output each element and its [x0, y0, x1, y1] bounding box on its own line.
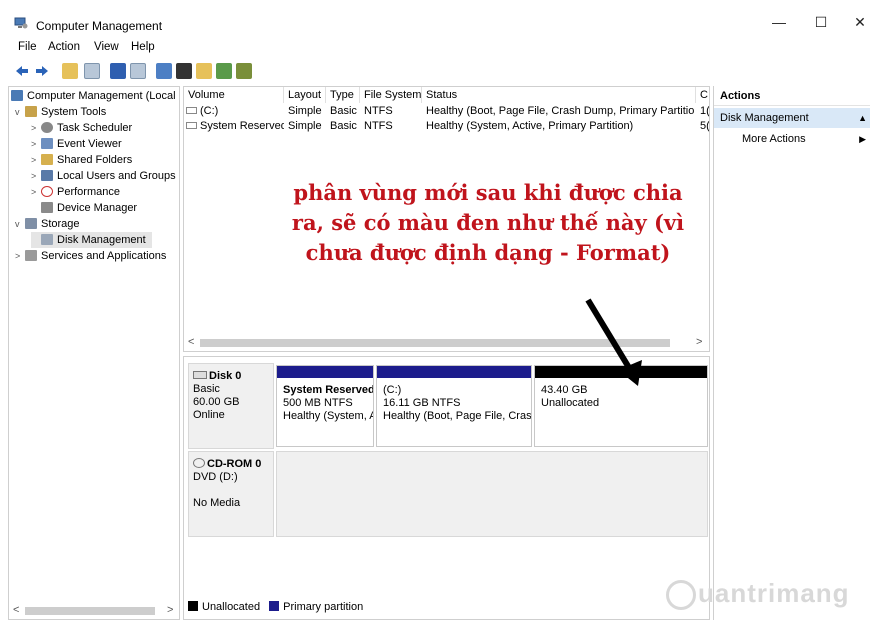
more-actions-item[interactable]: More Actions — [742, 130, 806, 148]
close-button[interactable]: ✕ — [845, 14, 870, 34]
tree-item-device-manager[interactable]: Device Manager — [31, 200, 137, 216]
primary-partition-bar — [377, 366, 531, 378]
watermark-logo-icon — [666, 580, 696, 611]
help-icon[interactable] — [110, 63, 126, 79]
tree-item-performance[interactable]: > Performance — [31, 184, 120, 200]
clock-icon — [41, 122, 53, 133]
computer-management-icon — [14, 17, 28, 29]
cdrom-empty-area — [276, 451, 708, 537]
export-icon[interactable] — [176, 63, 192, 79]
device-manager-icon — [41, 202, 53, 213]
forward-icon[interactable] — [34, 63, 50, 79]
computer-management-icon — [11, 90, 23, 101]
menu-action[interactable]: Action — [48, 41, 80, 53]
tree-item-system-tools[interactable]: v System Tools — [15, 104, 106, 120]
refresh-icon[interactable] — [156, 63, 172, 79]
column-header-layout[interactable]: Layout — [284, 87, 326, 103]
actions-pane: Actions Disk Management ▲ More Actions ▶ — [713, 86, 870, 620]
show-hide-tree-icon[interactable] — [84, 63, 100, 79]
column-header-status[interactable]: Status — [422, 87, 696, 103]
tools-icon — [25, 106, 37, 117]
search-icon[interactable] — [216, 63, 232, 79]
annotation-arrow-icon — [585, 298, 642, 386]
users-icon — [41, 170, 53, 181]
back-icon[interactable] — [14, 63, 30, 79]
tree-item-storage[interactable]: v Storage — [15, 216, 80, 232]
drive-icon — [186, 122, 197, 129]
disk-icon — [41, 234, 53, 245]
tree-item-disk-management[interactable]: Disk Management — [31, 232, 152, 248]
column-header-file-system[interactable]: File System — [360, 87, 422, 103]
window-title: Computer Management — [36, 19, 163, 33]
menu-bar: File Action View Help — [0, 38, 870, 56]
primary-partition-bar — [277, 366, 373, 378]
scroll-right-icon[interactable]: > — [167, 604, 173, 616]
tree-item-local-users[interactable]: > Local Users and Groups — [31, 168, 176, 184]
menu-file[interactable]: File — [18, 41, 37, 53]
tree-item-event-viewer[interactable]: > Event Viewer — [31, 136, 122, 152]
disk-icon — [193, 371, 207, 379]
partition-system-reserved[interactable]: System Reserved 500 MB NTFS Healthy (Sys… — [276, 365, 374, 447]
actions-header: Actions — [714, 86, 870, 106]
minimize-button[interactable]: — — [764, 14, 794, 34]
actions-section-disk-management[interactable]: Disk Management ▲ — [714, 108, 870, 128]
tree-item-task-scheduler[interactable]: > Task Scheduler — [31, 120, 132, 136]
annotation-text: phân vùng mới sau khi được chia ra, sẽ c… — [291, 180, 685, 265]
menu-help[interactable]: Help — [131, 41, 155, 53]
legend-swatch-primary — [269, 601, 280, 611]
toolbar — [0, 60, 870, 82]
open-icon[interactable] — [196, 63, 212, 79]
disk-graphical-view: Disk 0 Basic 60.00 GB Online System Rese… — [183, 356, 710, 620]
console-tree: Computer Management (Local v System Tools… — [8, 86, 180, 620]
partition-c-drive[interactable]: (C:) 16.11 GB NTFS Healthy (Boot, Page F… — [376, 365, 532, 447]
scroll-left-icon[interactable]: < — [188, 336, 194, 348]
column-header-capacity[interactable]: C — [696, 87, 709, 103]
up-folder-icon[interactable] — [62, 63, 78, 79]
tree-item-shared-folders[interactable]: > Shared Folders — [31, 152, 132, 168]
drive-icon — [186, 107, 197, 114]
scroll-right-icon[interactable]: > — [696, 336, 702, 348]
disk-0-label[interactable]: Disk 0 Basic 60.00 GB Online — [188, 363, 274, 449]
title-bar: Computer Management — ☐ ✕ — [0, 0, 870, 36]
column-header-volume[interactable]: Volume — [184, 87, 284, 103]
shared-folder-icon — [41, 154, 53, 165]
column-header-type[interactable]: Type — [326, 87, 360, 103]
tree-horizontal-scrollbar[interactable]: < > — [9, 603, 179, 619]
performance-icon — [41, 186, 53, 197]
scroll-thumb[interactable] — [25, 607, 155, 615]
cdrom-icon — [193, 458, 205, 468]
scroll-left-icon[interactable]: < — [13, 604, 19, 616]
menu-view[interactable]: View — [94, 41, 119, 53]
extra-icon[interactable] — [236, 63, 252, 79]
watermark: uantrimang — [666, 578, 850, 614]
collapse-icon[interactable]: ▲ — [858, 108, 867, 128]
cdrom-0-label[interactable]: CD-ROM 0 DVD (D:) No Media — [188, 451, 274, 537]
legend: Unallocated Primary partition — [188, 601, 363, 613]
services-icon — [25, 250, 37, 261]
storage-icon — [25, 218, 37, 229]
properties-icon[interactable] — [130, 63, 146, 79]
legend-swatch-unallocated — [188, 601, 198, 611]
tree-item-services-applications[interactable]: > Services and Applications — [15, 248, 166, 264]
submenu-arrow-icon: ▶ — [859, 134, 866, 144]
maximize-button[interactable]: ☐ — [806, 14, 836, 34]
tree-root[interactable]: Computer Management (Local — [11, 88, 176, 104]
event-viewer-icon — [41, 138, 53, 149]
